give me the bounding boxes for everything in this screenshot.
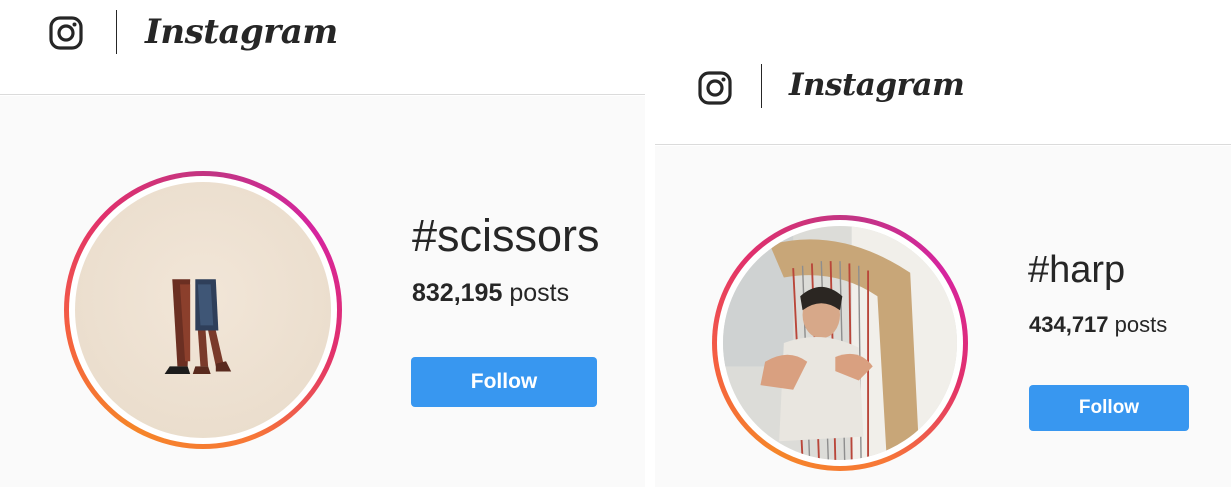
follow-button[interactable]: Follow <box>1029 385 1189 431</box>
instagram-wordmark[interactable]: Instagram <box>145 12 338 52</box>
post-count-suffix: posts <box>1108 312 1168 337</box>
instagram-camera-icon[interactable] <box>48 15 84 51</box>
instagram-wordmark[interactable]: Instagram <box>789 67 965 103</box>
post-count: 434,717 <box>1029 312 1109 337</box>
instagram-camera-icon[interactable] <box>697 70 733 106</box>
top-nav-bar: Instagram <box>655 0 1231 145</box>
hashtag-title: #harp <box>1028 249 1126 291</box>
post-count: 832,195 <box>412 279 503 307</box>
hashtag-avatar-ring <box>64 171 342 449</box>
top-nav-bar: Instagram <box>0 0 645 95</box>
logo-divider <box>116 10 117 54</box>
post-count-line: 434,717 posts <box>1029 312 1167 338</box>
logo-divider <box>761 64 762 108</box>
scissors-legs-photo <box>75 182 331 438</box>
post-count-line: 832,195 posts <box>412 279 569 308</box>
hashtag-avatar-ring <box>712 215 968 471</box>
hashtag-title: #scissors <box>412 210 600 261</box>
post-count-suffix: posts <box>502 279 570 307</box>
harp-player-photo <box>723 226 957 460</box>
follow-button[interactable]: Follow <box>411 357 597 407</box>
